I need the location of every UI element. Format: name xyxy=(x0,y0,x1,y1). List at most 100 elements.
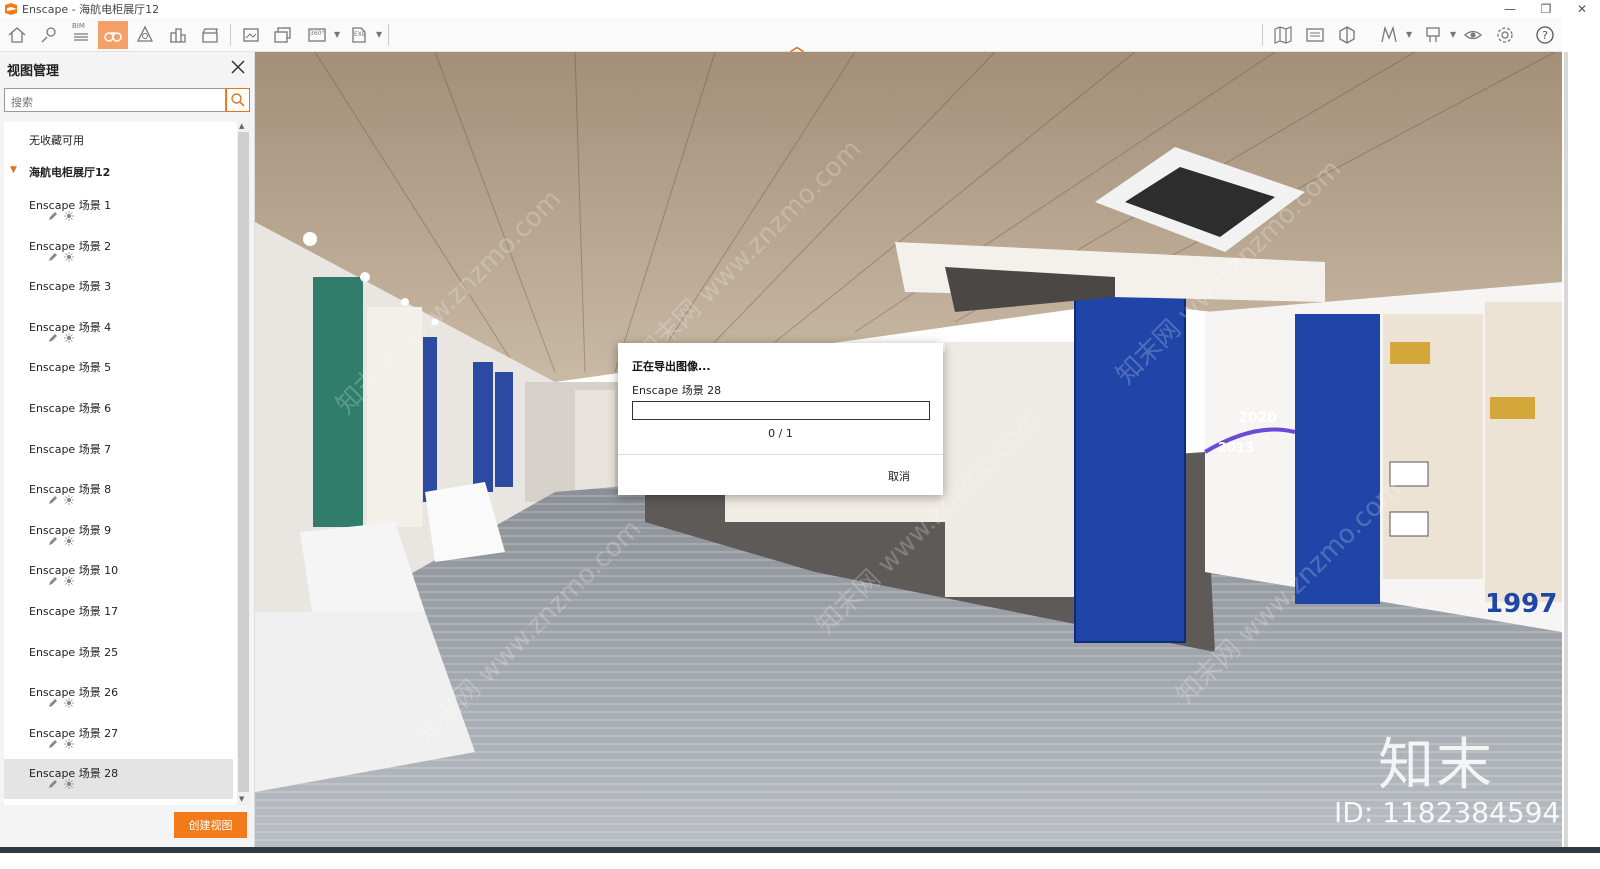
search-icon xyxy=(231,93,245,107)
right-edge-strip xyxy=(1562,18,1600,853)
view-list-item[interactable]: Enscape 场景 3 xyxy=(4,272,233,312)
panel-title: 视图管理 xyxy=(7,64,60,79)
view-list-item[interactable]: Enscape 场景 8 xyxy=(4,475,233,515)
collaboration-button[interactable] xyxy=(1418,21,1448,49)
edit-pencil-icon[interactable] xyxy=(48,211,58,221)
sun-icon[interactable] xyxy=(64,211,74,221)
site-context-button[interactable] xyxy=(1300,21,1330,49)
asset-library-button[interactable] xyxy=(130,21,160,49)
scroll-down-icon[interactable]: ▼ xyxy=(239,795,244,803)
view-list-item[interactable]: Enscape 场景 6 xyxy=(4,394,233,434)
view-label: Enscape 场景 3 xyxy=(29,280,112,293)
panel-scrollbar[interactable]: ▲ ▼ xyxy=(237,122,250,805)
dialog-scene-name: Enscape 场景 28 xyxy=(632,384,722,397)
view-list-item[interactable]: Enscape 场景 10 xyxy=(4,556,233,596)
buildings-icon xyxy=(170,28,186,43)
edit-pencil-icon[interactable] xyxy=(48,779,58,789)
sun-icon[interactable] xyxy=(64,252,74,262)
chevron-down-icon[interactable]: ▼ xyxy=(376,30,382,39)
view-list-item[interactable]: Enscape 场景 28 xyxy=(4,759,233,799)
minimize-button[interactable]: — xyxy=(1492,0,1528,18)
asset-library-icon xyxy=(136,25,154,42)
watermark-id: ID: 1182384594 xyxy=(1334,796,1561,829)
clapper-button[interactable] xyxy=(195,21,225,49)
window-title: Enscape - 海航电柜展厅12 xyxy=(22,3,160,16)
restore-button[interactable]: ❐ xyxy=(1528,0,1564,18)
view-list-item[interactable]: Enscape 场景 26 xyxy=(4,678,233,718)
home-button[interactable] xyxy=(2,21,32,49)
section-icon xyxy=(1339,26,1355,44)
edit-pencil-icon[interactable] xyxy=(48,536,58,546)
view-list-item[interactable]: Enscape 场景 4 xyxy=(4,313,233,353)
close-window-button[interactable]: ✕ xyxy=(1564,0,1600,18)
buildings-button[interactable] xyxy=(163,21,193,49)
map-button[interactable] xyxy=(1268,21,1298,49)
export-count: 0 / 1 xyxy=(768,427,793,440)
chevron-down-icon[interactable]: ▼ xyxy=(334,30,340,39)
sun-icon[interactable] xyxy=(64,576,74,586)
view-list-item[interactable]: Enscape 场景 7 xyxy=(4,435,233,475)
panorama-button[interactable]: 360° xyxy=(302,21,332,49)
screenshot-icon xyxy=(243,28,259,42)
chevron-down-icon[interactable]: ▼ xyxy=(1406,30,1412,39)
view-list-item[interactable]: Enscape 场景 2 xyxy=(4,232,233,272)
batch-render-button[interactable] xyxy=(268,21,298,49)
sun-icon[interactable] xyxy=(64,536,74,546)
view-list-item[interactable]: Enscape 场景 25 xyxy=(4,638,233,678)
export-progress-dialog: 正在导出图像... Enscape 场景 28 0 / 1 取消 xyxy=(618,343,943,495)
edit-pencil-icon[interactable] xyxy=(48,333,58,343)
help-icon: ? xyxy=(1536,26,1554,44)
view-list-item[interactable]: Enscape 场景 1 xyxy=(4,191,233,231)
edit-pencil-icon[interactable] xyxy=(48,252,58,262)
export-progress-bar xyxy=(632,401,930,420)
section-button[interactable] xyxy=(1332,21,1362,49)
cancel-button[interactable]: 取消 xyxy=(888,468,910,484)
main-toolbar: BIM 360° ▼ EXE ▼ ︿ ▼ ▼ ? xyxy=(0,18,1600,55)
navigation-icon xyxy=(1381,25,1397,43)
view-list-item[interactable]: Enscape 场景 27 xyxy=(4,719,233,759)
edit-pencil-icon[interactable] xyxy=(48,739,58,749)
view-management-button[interactable] xyxy=(98,21,128,49)
close-icon[interactable] xyxy=(229,58,247,76)
chevron-down-icon[interactable]: ▼ xyxy=(1450,30,1456,39)
view-label: Enscape 场景 25 xyxy=(29,646,119,659)
sun-icon[interactable] xyxy=(64,698,74,708)
edit-pencil-icon[interactable] xyxy=(48,698,58,708)
location-button[interactable] xyxy=(34,21,64,49)
batch-render-icon xyxy=(274,27,291,43)
edit-pencil-icon[interactable] xyxy=(48,495,58,505)
no-favorites-label: 无收藏可用 xyxy=(29,134,84,147)
scroll-thumb[interactable] xyxy=(238,132,249,792)
visual-settings-button[interactable] xyxy=(1458,21,1488,49)
create-view-button[interactable]: 创建视图 xyxy=(174,812,247,838)
scroll-up-icon[interactable]: ▲ xyxy=(239,122,244,130)
view-list-item[interactable]: Enscape 场景 9 xyxy=(4,516,233,556)
panorama-label: 360° xyxy=(310,30,325,37)
watermark-brand: 知末 xyxy=(1378,733,1494,798)
search-input[interactable] xyxy=(4,88,226,112)
bim-label: BIM xyxy=(72,22,85,30)
export-exe-button[interactable]: EXE xyxy=(344,21,374,49)
clapperboard-icon xyxy=(202,28,218,43)
sun-icon[interactable] xyxy=(64,779,74,789)
sun-icon[interactable] xyxy=(64,333,74,343)
sun-icon[interactable] xyxy=(64,739,74,749)
bim-button[interactable]: BIM xyxy=(66,21,96,49)
view-label: Enscape 场景 6 xyxy=(29,402,112,415)
search-button[interactable] xyxy=(226,88,250,112)
map-icon xyxy=(1274,26,1292,44)
edit-pencil-icon[interactable] xyxy=(48,576,58,586)
navigation-button[interactable] xyxy=(1374,21,1404,49)
expand-triangle-icon[interactable]: ▼ xyxy=(10,165,17,175)
exe-label: EXE xyxy=(354,31,366,38)
view-label: Enscape 场景 7 xyxy=(29,443,112,456)
title-bar: Enscape - 海航电柜展厅12 — ❐ ✕ xyxy=(0,0,1600,18)
help-button[interactable]: ? xyxy=(1530,21,1560,49)
view-list-item[interactable]: Enscape 场景 17 xyxy=(4,597,233,637)
settings-button[interactable] xyxy=(1490,21,1520,49)
view-list-item[interactable]: Enscape 场景 5 xyxy=(4,353,233,393)
screenshot-button[interactable] xyxy=(236,21,266,49)
sun-icon[interactable] xyxy=(64,495,74,505)
view-label: Enscape 场景 5 xyxy=(29,361,112,374)
year-label-2020: 2020 xyxy=(1238,410,1277,426)
